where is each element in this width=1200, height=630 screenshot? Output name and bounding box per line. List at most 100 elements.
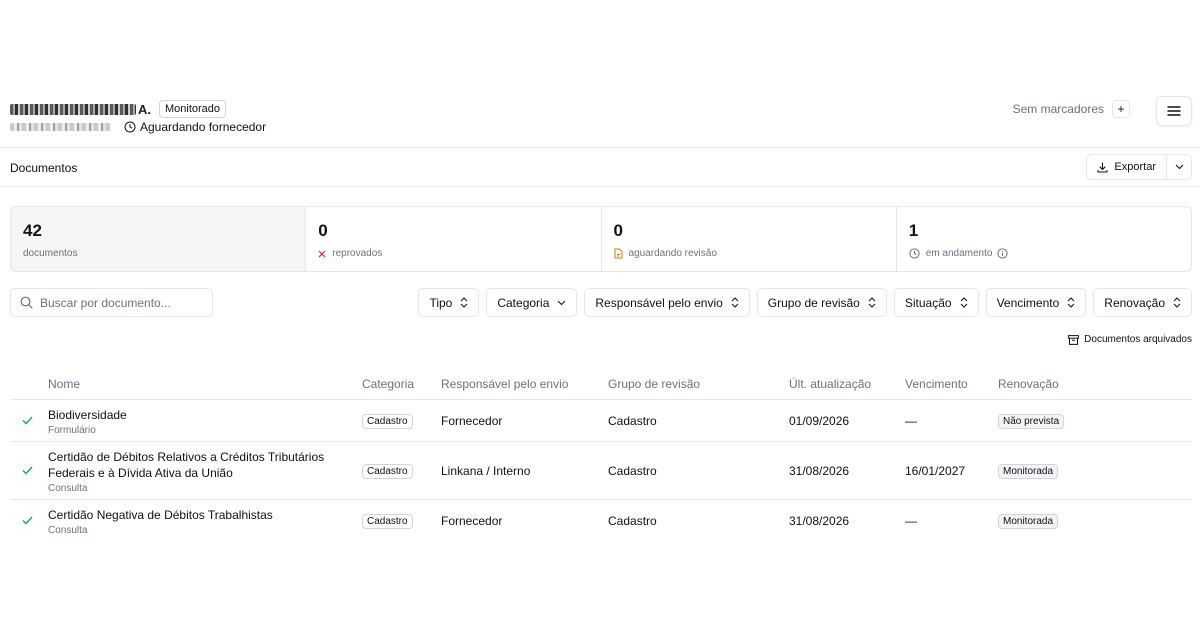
export-options-button[interactable]: [1167, 155, 1191, 179]
stat-rejected[interactable]: 0 reprovados: [306, 207, 602, 271]
filter-renovacao[interactable]: Renovação: [1093, 288, 1192, 317]
document-name-cell: Certidão Negativa de Débitos Trabalhista…: [48, 507, 273, 537]
check-icon: [22, 416, 33, 425]
file-pending-icon: [614, 248, 623, 259]
export-label: Exportar: [1114, 161, 1156, 173]
stat-awaiting-review[interactable]: 0 aguardando revisão: [602, 207, 897, 271]
x-icon: [318, 250, 326, 258]
responsible-cell: Fornecedor: [441, 414, 503, 428]
review-group-cell: Cadastro: [608, 414, 657, 428]
table-header: Nome Categoria Responsável pelo envio Gr…: [10, 368, 1192, 400]
filter-responsavel[interactable]: Responsável pelo envio: [584, 288, 750, 317]
tags-label: Sem marcadores: [1012, 102, 1104, 116]
document-name-continued[interactable]: Federais e à Dívida Ativa da União: [48, 465, 324, 481]
search-input[interactable]: [40, 295, 200, 310]
due-cell: —: [905, 514, 917, 528]
filter-tipo[interactable]: Tipo: [418, 288, 480, 317]
sort-icon: [868, 297, 876, 308]
document-name[interactable]: Biodiversidade: [48, 407, 127, 423]
export-group: Exportar: [1086, 154, 1192, 180]
filter-label: Tipo: [429, 295, 453, 310]
review-group-cell: Cadastro: [608, 514, 657, 528]
filter-label: Situação: [904, 295, 952, 310]
stat-documents[interactable]: 42 documentos: [11, 207, 307, 271]
col-categoria[interactable]: Categoria: [362, 377, 414, 391]
responsible-cell: Fornecedor: [441, 514, 503, 528]
col-nome[interactable]: Nome: [48, 377, 80, 391]
section-title: Documentos: [10, 161, 78, 175]
filter-label: Vencimento: [996, 295, 1060, 310]
table-row[interactable]: Certidão Negativa de Débitos Trabalhista…: [10, 500, 1192, 542]
stat-label: documentos: [23, 248, 77, 259]
col-vencimento[interactable]: Vencimento: [905, 377, 968, 391]
clock-icon: [124, 121, 136, 133]
review-group-cell: Cadastro: [608, 464, 657, 478]
due-cell: —: [905, 414, 917, 428]
documents-table: Nome Categoria Responsável pelo envio Gr…: [10, 368, 1192, 542]
archive-icon: [1068, 334, 1080, 345]
document-name-cell: Certidão de Débitos Relativos a Créditos…: [48, 449, 324, 495]
document-type: Formulário: [48, 425, 96, 436]
col-grupo-revisao[interactable]: Grupo de revisão: [608, 377, 700, 391]
clock-icon: [909, 248, 920, 259]
add-tag-button[interactable]: +: [1112, 100, 1130, 118]
updated-cell: 31/08/2026: [789, 464, 850, 478]
supplier-status: Aguardando fornecedor: [124, 120, 266, 134]
stat-label: reprovados: [318, 248, 382, 259]
document-name[interactable]: Certidão de Débitos Relativos a Créditos…: [48, 449, 324, 465]
filter-vencimento[interactable]: Vencimento: [985, 288, 1087, 317]
search-icon: [20, 296, 33, 309]
check-icon: [22, 516, 33, 525]
sort-icon: [731, 297, 739, 308]
info-icon[interactable]: [997, 248, 1009, 259]
company-name: A. Monitorado: [10, 100, 227, 118]
stat-value: 0: [318, 221, 328, 240]
monitor-badge: Monitorado: [159, 100, 227, 118]
redacted-company-id: [10, 123, 110, 131]
stats-panel: 42 documentos 0 reprovados 0 aguardando …: [10, 206, 1192, 272]
renewal-pill: Monitorada: [998, 464, 1059, 479]
export-button[interactable]: Exportar: [1087, 155, 1167, 179]
documents-section-bar: Documentos Exportar: [0, 148, 1200, 187]
filter-situacao[interactable]: Situação: [893, 288, 979, 317]
company-header: A. Monitorado Aguardando fornecedor Sem …: [0, 96, 1200, 148]
company-name-suffix: A.: [138, 101, 151, 117]
category-pill: Cadastro: [362, 464, 413, 479]
menu-button[interactable]: [1156, 96, 1192, 126]
renewal-pill: Não prevista: [998, 414, 1065, 429]
filter-grupo-revisao[interactable]: Grupo de revisão: [756, 288, 887, 317]
filter-label: Grupo de revisão: [767, 295, 860, 310]
check-icon: [22, 466, 33, 475]
filter-label: Responsável pelo envio: [595, 295, 723, 310]
archived-documents-link[interactable]: Documentos arquivados: [1068, 334, 1192, 345]
sort-icon: [1067, 297, 1075, 308]
filter-label: Categoria: [497, 295, 550, 310]
chevron-down-icon: [1175, 164, 1183, 170]
col-ultima-atualizacao[interactable]: Últ. atualização: [789, 377, 871, 391]
document-type: Consulta: [48, 483, 88, 494]
filter-label: Renovação: [1104, 295, 1165, 310]
sort-icon: [460, 297, 468, 308]
redacted-company-name: [10, 103, 136, 115]
chevron-down-icon: [558, 300, 566, 305]
stat-value: 1: [908, 221, 919, 240]
document-type: Consulta: [48, 525, 88, 536]
stat-label-text: reprovados: [332, 248, 383, 259]
table-row[interactable]: Biodiversidade Formulário Cadastro Forne…: [10, 400, 1192, 442]
hamburger-icon: [1167, 106, 1181, 116]
stat-label-text: aguardando revisão: [628, 248, 717, 259]
sort-icon: [960, 297, 967, 308]
due-cell: 16/01/2027: [905, 464, 966, 478]
filter-categoria[interactable]: Categoria: [486, 288, 578, 317]
col-renovacao[interactable]: Renovação: [998, 377, 1059, 391]
updated-cell: 01/09/2026: [789, 414, 850, 428]
col-responsavel[interactable]: Responsável pelo envio: [441, 377, 568, 391]
document-name-cell: Biodiversidade Formulário: [48, 407, 127, 437]
document-name[interactable]: Certidão Negativa de Débitos Trabalhista…: [48, 507, 273, 523]
download-icon: [1097, 161, 1108, 173]
search-box: [10, 288, 213, 317]
stat-value: 0: [613, 221, 623, 240]
category-pill: Cadastro: [362, 514, 413, 529]
table-row[interactable]: Certidão de Débitos Relativos a Créditos…: [10, 442, 1192, 500]
stat-in-progress[interactable]: 1 em andamento: [897, 207, 1191, 271]
